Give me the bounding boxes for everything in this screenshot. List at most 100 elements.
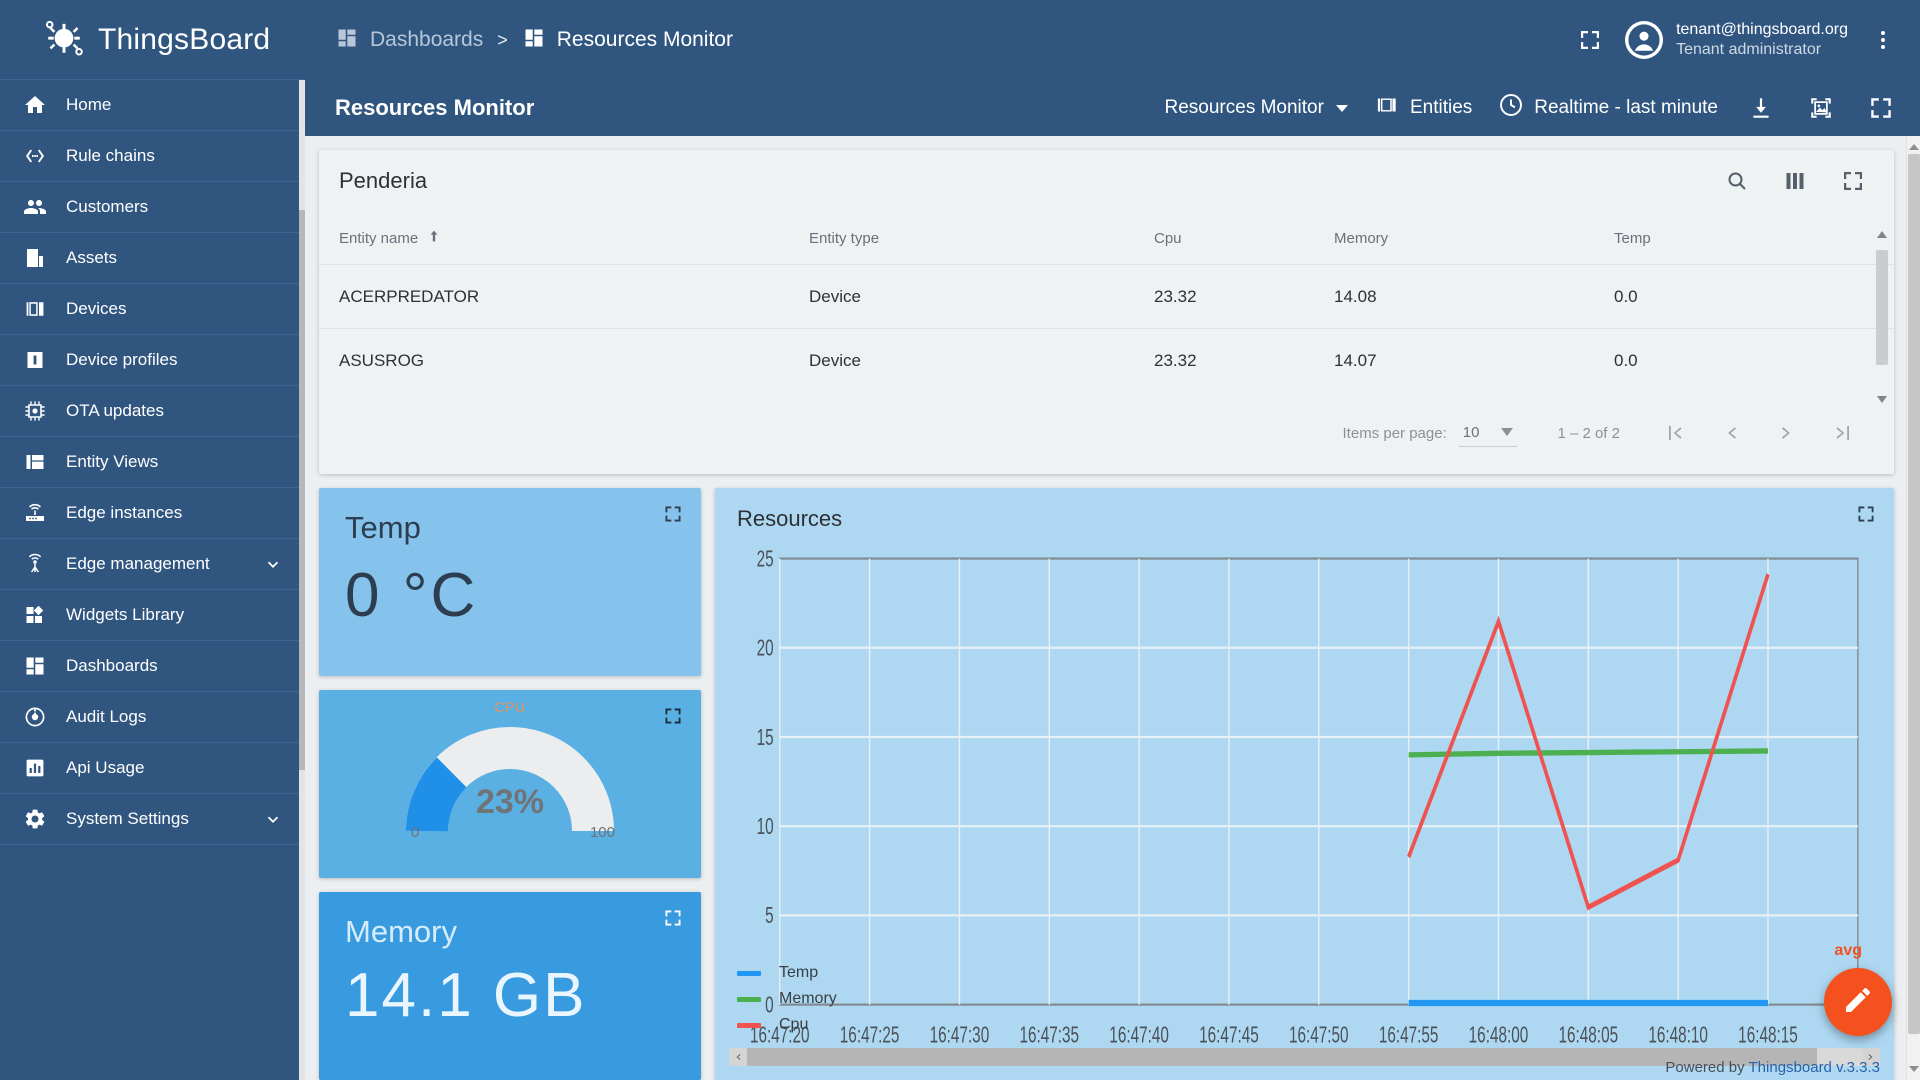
memory-widget-title: Memory <box>345 914 457 949</box>
timewindow-button[interactable]: Realtime - last minute <box>1498 92 1718 124</box>
sidebar-item-assets[interactable]: Assets <box>0 233 305 284</box>
brand-name: ThingsBoard <box>98 22 271 56</box>
more-vert-icon[interactable] <box>1866 23 1900 57</box>
cpu-gauge-label: CPU <box>494 699 526 715</box>
cell-memory: 14.07 <box>1334 350 1377 370</box>
powered-by-prefix: Powered by <box>1665 1059 1749 1076</box>
sidebar-item-device-profiles[interactable]: Device profiles <box>0 335 305 386</box>
cpu-gauge-min: 0 <box>411 824 420 841</box>
cpu-gauge-widget: CPU 23% 0 100 <box>319 690 701 878</box>
svg-text:16:47:30: 16:47:30 <box>930 1022 990 1048</box>
legend-item-memory[interactable]: Memory <box>737 990 837 1008</box>
first-page-icon[interactable] <box>1658 416 1692 450</box>
sidebar-item-label: Widgets Library <box>66 605 185 624</box>
fullscreen-icon[interactable] <box>1573 23 1607 57</box>
chevron-down-icon <box>1501 428 1514 436</box>
dashboard-state-selector[interactable]: Resources Monitor <box>1165 97 1348 119</box>
brand[interactable]: ThingsBoard <box>0 0 305 80</box>
chart-plot-area: 25 20 15 10 5 0 16:47:20 16:47:25 16:47:… <box>715 532 1894 1080</box>
fullscreen-icon[interactable] <box>1864 91 1898 125</box>
table-row[interactable]: ASUSROG Device 23.32 14.07 0.0 <box>319 328 1894 392</box>
sidebar-item-label: System Settings <box>66 809 189 828</box>
sidebar-item-widgets-library[interactable]: Widgets Library <box>0 590 305 641</box>
prev-page-icon[interactable] <box>1714 416 1748 450</box>
sidebar-item-label: Dashboards <box>66 656 158 675</box>
sidebar-item-home[interactable]: Home <box>0 80 305 131</box>
sidebar-item-dashboards[interactable]: Dashboards <box>0 641 305 692</box>
home-icon <box>22 92 48 118</box>
breadcrumb-item-dashboards[interactable]: Dashboards <box>335 26 483 55</box>
chevron-down-icon[interactable] <box>263 809 283 829</box>
pagination-buttons <box>1658 416 1860 450</box>
sidebar-item-entity-views[interactable]: Entity Views <box>0 437 305 488</box>
svg-text:16:48:15: 16:48:15 <box>1738 1022 1798 1048</box>
sidebar-item-label: Home <box>66 95 112 114</box>
scroll-up-arrow-icon[interactable] <box>1877 230 1887 238</box>
sidebar-item-edge-instances[interactable]: Edge instances <box>0 488 305 539</box>
chart-legend: Temp Memory Cpu <box>737 964 837 1034</box>
fullscreen-icon[interactable] <box>1836 164 1870 198</box>
scroll-down-arrow-icon[interactable] <box>1877 396 1887 404</box>
dashboard-toolbar-actions: Resources Monitor Entities Realtime - la… <box>1165 91 1899 125</box>
next-page-icon[interactable] <box>1770 416 1804 450</box>
sidebar-item-system-settings[interactable]: System Settings <box>0 794 305 845</box>
sidebar-item-ota-updates[interactable]: OTA updates <box>0 386 305 437</box>
entity-table-header: Penderia <box>319 150 1894 212</box>
last-page-icon[interactable] <box>1826 416 1860 450</box>
fullscreen-icon[interactable] <box>1856 504 1876 529</box>
entity-table-scrollbar-thumb[interactable] <box>1876 250 1888 365</box>
edit-dashboard-fab[interactable] <box>1824 968 1892 1036</box>
fullscreen-icon[interactable] <box>663 706 683 731</box>
fullscreen-icon[interactable] <box>663 504 683 529</box>
items-per-page-select[interactable]: 10 <box>1458 420 1518 447</box>
entity-table-rows: ACERPREDATOR Device 23.32 14.08 0.0 ASUS… <box>319 231 1894 403</box>
legend-swatch <box>737 1022 761 1028</box>
items-per-page-value: 10 <box>1462 423 1480 441</box>
cell-entity-type: Device <box>809 286 861 306</box>
sidebar-item-audit-logs[interactable]: Audit Logs <box>0 692 305 743</box>
cpu-gauge-value: 23% <box>475 783 545 821</box>
chevron-down-icon[interactable] <box>263 554 283 574</box>
page-scrollbar[interactable] <box>1906 136 1920 1080</box>
cell-temp: 0.0 <box>1614 350 1638 370</box>
table-row[interactable]: ACERPREDATOR Device 23.32 14.08 0.0 <box>319 264 1894 328</box>
download-icon[interactable] <box>1744 91 1778 125</box>
sidebar-item-devices[interactable]: Devices <box>0 284 305 335</box>
sidebar-item-label: Edge management <box>66 554 210 573</box>
scroll-up-arrow-icon[interactable] <box>1909 140 1919 150</box>
widgets-library-icon <box>22 602 48 628</box>
chart-avg-header: avg <box>1834 942 1862 959</box>
breadcrumb-item-resources-monitor[interactable]: Resources Monitor <box>522 26 733 55</box>
chart-scroll-thumb[interactable] <box>747 1048 1818 1066</box>
column-header-entity-type[interactable]: Entity type <box>809 230 1154 247</box>
search-icon[interactable] <box>1720 164 1754 198</box>
chevron-left-icon[interactable] <box>729 1048 747 1066</box>
scroll-down-arrow-icon[interactable] <box>1909 1066 1919 1076</box>
user-menu[interactable]: tenant@thingsboard.org Tenant administra… <box>1625 20 1848 60</box>
svg-text:10: 10 <box>757 814 774 840</box>
columns-icon[interactable] <box>1778 164 1812 198</box>
fullscreen-icon[interactable] <box>663 908 683 933</box>
column-header-cpu[interactable]: Cpu <box>1154 230 1334 247</box>
entities-button[interactable]: Entities <box>1374 92 1472 124</box>
column-header-entity-name[interactable]: Entity name <box>339 228 809 248</box>
breadcrumb-label: Resources Monitor <box>556 28 733 51</box>
legend-item-cpu[interactable]: Cpu <box>737 1016 837 1034</box>
sidebar-item-api-usage[interactable]: Api Usage <box>0 743 305 794</box>
column-header-temp[interactable]: Temp <box>1614 230 1874 247</box>
image-icon[interactable] <box>1804 91 1838 125</box>
edge-instances-icon <box>22 500 48 526</box>
temp-widget-title: Temp <box>345 510 421 545</box>
svg-text:25: 25 <box>757 546 774 572</box>
entity-table-scrollbar[interactable] <box>1876 228 1888 406</box>
page-scrollbar-thumb[interactable] <box>1908 154 1920 1034</box>
thingsboard-version-link[interactable]: Thingsboard v.3.3.3 <box>1749 1059 1880 1076</box>
entities-label: Entities <box>1409 97 1473 118</box>
chart-svg: 25 20 15 10 5 0 16:47:20 16:47:25 16:47:… <box>750 546 1859 1048</box>
column-header-label: Entity name <box>339 229 419 247</box>
column-header-memory[interactable]: Memory <box>1334 230 1614 247</box>
sidebar-item-customers[interactable]: Customers <box>0 182 305 233</box>
sidebar-item-edge-management[interactable]: Edge management <box>0 539 305 590</box>
legend-item-temp[interactable]: Temp <box>737 964 837 982</box>
sidebar-item-rule-chains[interactable]: Rule chains <box>0 131 305 182</box>
